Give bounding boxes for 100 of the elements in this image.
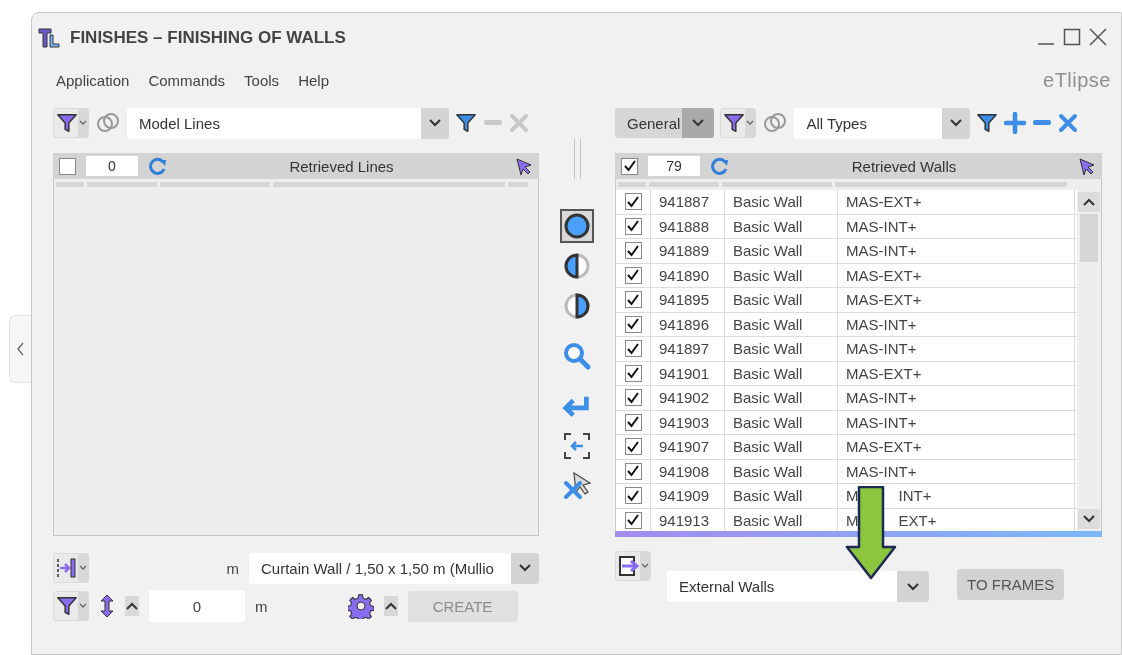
filter-icon [723, 112, 746, 134]
table-cell: Basic Wall [725, 190, 838, 214]
refresh-icon[interactable] [710, 156, 730, 176]
view-mode-button[interactable] [560, 209, 594, 243]
chevron-down-icon [519, 564, 531, 572]
table-cell: 941897 [651, 337, 725, 361]
filter-button[interactable] [53, 108, 89, 138]
chevron-down-icon [429, 119, 441, 127]
checkbox[interactable] [624, 340, 642, 358]
checkbox[interactable] [624, 193, 642, 211]
checkbox[interactable] [624, 266, 642, 284]
menu-item[interactable]: Commands [148, 71, 226, 89]
checkbox[interactable] [624, 438, 642, 456]
cell-text: EXT+ [898, 511, 937, 529]
filter-icon [56, 595, 78, 617]
close-icon [1088, 26, 1108, 47]
caret-icon [79, 120, 87, 126]
to-frames-button[interactable]: TO FRAMES [957, 569, 1065, 600]
cursor-icon[interactable] [1078, 157, 1096, 175]
scrollbar-thumb[interactable] [1080, 214, 1098, 262]
table-cell: Basic Wall [725, 263, 838, 287]
checkmark-icon [627, 367, 639, 380]
chevron-up-icon [384, 602, 397, 610]
chevron-up-icon [1083, 198, 1095, 206]
checkbox[interactable] [624, 389, 642, 407]
window-title: FINISHES – FINISHING OF WALLS [70, 28, 347, 48]
cursor-icon[interactable] [515, 157, 533, 175]
caret-icon [79, 565, 87, 571]
checkmark-icon [627, 465, 639, 478]
minus-icon[interactable] [1032, 119, 1053, 127]
filter-icon [455, 112, 477, 134]
checkbox[interactable] [624, 242, 642, 260]
checkbox[interactable] [59, 157, 76, 175]
table-cell: MAS-INT+ [838, 239, 1075, 263]
checkmark-icon [627, 318, 639, 331]
wall-type-dropdown[interactable]: Curtain Wall / 1,50 x 1,50 m (Mullio [249, 552, 539, 584]
checkbox[interactable] [621, 157, 638, 175]
table-cell: 941908 [651, 459, 725, 483]
offset-field[interactable]: 0 [149, 590, 245, 622]
checkmark-icon [627, 195, 639, 208]
export-button[interactable] [615, 551, 651, 581]
list-title: Retrieved Lines [288, 157, 395, 175]
filter-icon [976, 112, 999, 134]
table-cell: 941903 [651, 410, 725, 434]
table-cell: MAS-INT+ [838, 312, 1075, 336]
table-cell: 941895 [651, 288, 725, 312]
settings-icon[interactable] [347, 593, 374, 619]
vertical-arrows-icon[interactable] [99, 593, 115, 619]
checkbox[interactable] [624, 462, 642, 480]
caret-icon [79, 603, 87, 609]
table-cell: Basic Wall [725, 435, 838, 459]
table-cell: MAS-INT+ [838, 386, 1075, 410]
chevron-down-icon [907, 582, 919, 591]
table-cell: Basic Wall [725, 288, 838, 312]
checkbox[interactable] [624, 413, 642, 431]
checkbox[interactable] [624, 511, 642, 529]
column-header [508, 182, 528, 187]
menu-item[interactable]: Tools [244, 71, 280, 89]
table-cell: Basic Wall [725, 484, 838, 508]
scroll-up-button[interactable] [1078, 192, 1100, 212]
table-cell: MAS-INT+ [838, 337, 1075, 361]
align-right-icon [56, 557, 78, 579]
group-dropdown[interactable]: General [615, 108, 715, 138]
table-cell: Basic Wall [725, 386, 838, 410]
category-dropdown[interactable]: Model Lines [127, 107, 449, 139]
list-title: Retrieved Walls [850, 157, 958, 175]
table-cell: Basic Wall [725, 312, 838, 336]
checkbox[interactable] [624, 487, 642, 505]
chevron-up-icon [126, 602, 138, 610]
menu-item[interactable]: Application [56, 71, 130, 89]
filter-button[interactable] [720, 108, 757, 138]
table-cell: Basic Wall [725, 361, 838, 385]
chevron-down-icon [950, 119, 963, 127]
table-cell: 941887 [651, 190, 725, 214]
unit-label: m [255, 597, 268, 615]
checkmark-icon [627, 220, 639, 233]
table-cell: MAS-INT+ [838, 214, 1075, 238]
plus-icon[interactable] [1004, 112, 1027, 134]
checkbox[interactable] [624, 315, 642, 333]
checkmark-icon [627, 269, 639, 282]
type-dropdown[interactable]: All Types [794, 107, 971, 139]
filter-button[interactable] [53, 591, 89, 621]
table-cell: 941902 [651, 386, 725, 410]
checkbox[interactable] [624, 364, 642, 382]
target-dropdown[interactable]: External Walls [667, 571, 929, 602]
scroll-down-button[interactable] [1078, 509, 1100, 529]
align-button[interactable] [53, 553, 89, 583]
cell-text: M [846, 511, 859, 529]
table-cell: 941896 [651, 312, 725, 336]
checkbox[interactable] [624, 291, 642, 309]
table-cell: Basic Wall [725, 337, 838, 361]
close-icon[interactable] [1058, 113, 1079, 133]
splitter-handle[interactable] [573, 139, 581, 179]
refresh-icon[interactable] [148, 156, 168, 176]
cell-text: M [846, 487, 859, 505]
checkbox[interactable] [624, 217, 642, 235]
table-cell: 941901 [651, 361, 725, 385]
menu-item[interactable]: Help [298, 71, 329, 89]
table-cell: 941909 [651, 484, 725, 508]
table-cell: MAS-EXT+ [838, 190, 1075, 214]
